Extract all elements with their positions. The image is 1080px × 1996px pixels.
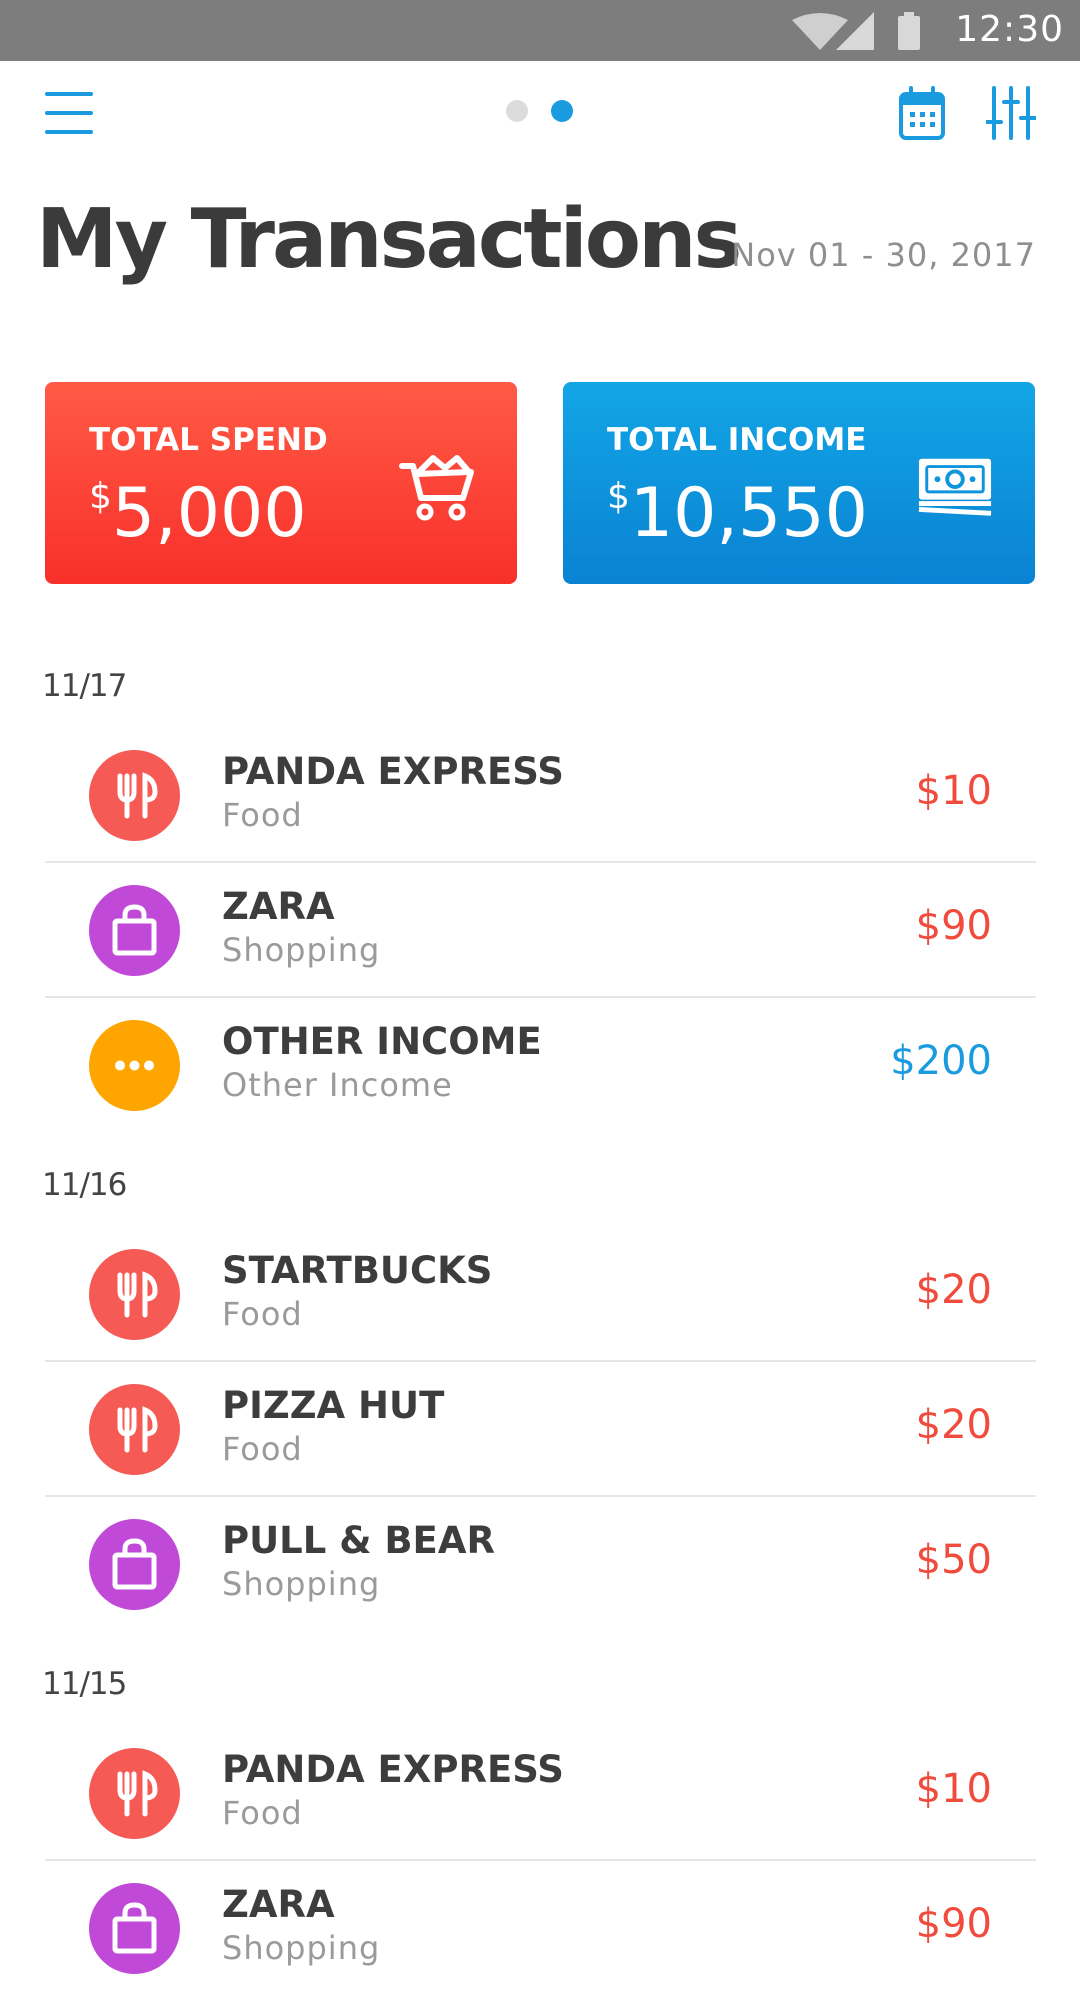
transaction-category: Other Income [222,1066,453,1104]
menu-icon[interactable] [45,92,95,134]
transaction-name: PIZZA HUT [222,1384,445,1427]
transaction-category: Food [222,1794,303,1832]
group-date: 11/15 [42,1666,127,1702]
total-spend-amount: $5,000 [89,474,307,553]
transaction-category: Food [222,796,303,834]
transaction-amount: $50 [915,1537,992,1583]
shopping-bag-icon [89,885,180,976]
transaction-name: ZARA [222,885,335,928]
cash-icon [918,458,992,516]
transaction-category: Shopping [222,1929,381,1967]
transaction-name: OTHER INCOME [222,1020,542,1063]
transaction-row[interactable]: STARTBUCKS Food $20 [45,1227,1036,1362]
fork-knife-icon [89,1249,180,1340]
page-dot-1[interactable] [506,100,528,122]
fork-knife-icon [89,1748,180,1839]
date-range[interactable]: Nov 01 - 30, 2017 [731,236,1036,274]
page-title: My Transactions [36,192,742,287]
transaction-amount: $10 [915,1766,992,1812]
fork-knife-icon [89,1384,180,1475]
total-income-amount: $10,550 [607,474,868,553]
transaction-row[interactable]: PANDA EXPRESS Food $10 [45,728,1036,863]
transaction-row[interactable]: ZARA Shopping $90 [45,863,1036,998]
transaction-amount: $200 [890,1038,992,1084]
group-date: 11/16 [42,1167,127,1203]
status-icons [792,12,920,50]
transaction-name: PANDA EXPRESS [222,750,564,793]
transaction-category: Food [222,1295,303,1333]
shopping-cart-icon [399,455,474,521]
total-spend-label: TOTAL SPEND [89,422,328,458]
transaction-name: STARTBUCKS [222,1249,493,1292]
more-dots-icon [89,1020,180,1111]
transaction-row[interactable]: PIZZA HUT Food $20 [45,1362,1036,1497]
transaction-name: ZARA [222,1883,335,1926]
total-income-card[interactable]: TOTAL INCOME $10,550 [563,382,1035,584]
wifi-icon [792,13,848,50]
battery-icon [898,12,920,50]
status-time: 12:30 [955,9,1064,50]
transaction-amount: $90 [915,1901,992,1947]
total-spend-card[interactable]: TOTAL SPEND $5,000 [45,382,517,584]
transaction-name: PANDA EXPRESS [222,1748,564,1791]
transaction-category: Food [222,1430,303,1468]
shopping-bag-icon [89,1519,180,1610]
filter-sliders-icon[interactable] [986,86,1036,140]
transaction-row[interactable]: ZARA Shopping $90 [45,1861,1036,1996]
calendar-icon[interactable] [898,84,946,142]
transaction-amount: $90 [915,903,992,949]
fork-knife-icon [89,750,180,841]
transaction-amount: $20 [915,1402,992,1448]
page-dot-2-active[interactable] [551,100,573,122]
total-income-label: TOTAL INCOME [607,422,867,458]
transaction-name: PULL & BEAR [222,1519,495,1562]
transaction-category: Shopping [222,1565,381,1603]
transaction-row[interactable]: PULL & BEAR Shopping $50 [45,1497,1036,1632]
status-bar: 12:30 [0,0,1080,61]
page-indicator [506,100,576,124]
transaction-row[interactable]: PANDA EXPRESS Food $10 [45,1726,1036,1861]
shopping-bag-icon [89,1883,180,1974]
transaction-amount: $20 [915,1267,992,1313]
transaction-amount: $10 [915,768,992,814]
transaction-category: Shopping [222,931,381,969]
transaction-row[interactable]: OTHER INCOME Other Income $200 [45,998,1036,1133]
group-date: 11/17 [42,668,127,704]
